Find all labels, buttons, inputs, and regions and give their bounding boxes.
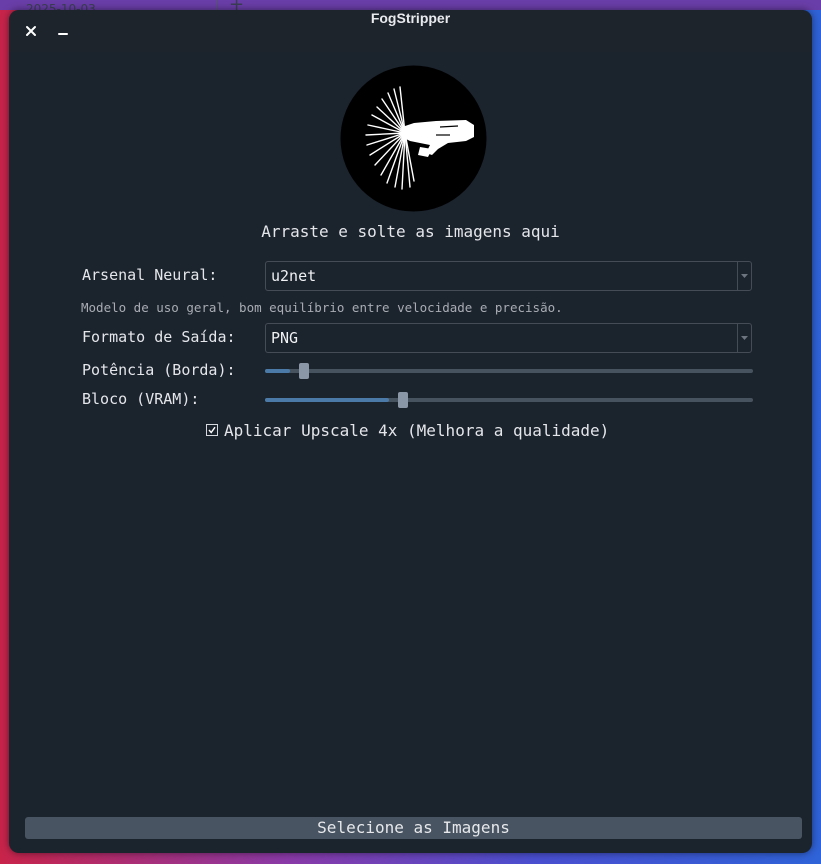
format-select-value: PNG bbox=[271, 329, 299, 347]
model-select[interactable]: u2net bbox=[265, 261, 752, 291]
upscale-checkbox-label: Aplicar Upscale 4x (Melhora a qualidade) bbox=[224, 421, 610, 440]
close-button[interactable] bbox=[20, 20, 42, 42]
window-title: FogStripper bbox=[370, 10, 451, 26]
model-select-value: u2net bbox=[271, 267, 317, 285]
minimize-icon bbox=[58, 33, 68, 35]
close-icon bbox=[26, 26, 36, 36]
desktop-background-strip bbox=[0, 0, 821, 10]
format-select-dropdown-button[interactable] bbox=[737, 324, 751, 352]
chevron-down-icon bbox=[741, 336, 748, 340]
chevron-down-icon bbox=[741, 274, 748, 278]
vram-block-slider-fill bbox=[265, 398, 389, 402]
edge-power-label: Potência (Borda): bbox=[82, 361, 236, 379]
upscale-checkbox[interactable] bbox=[206, 424, 218, 436]
vram-block-slider-handle[interactable] bbox=[398, 392, 408, 408]
edge-power-slider-handle[interactable] bbox=[299, 363, 309, 379]
minimize-button[interactable] bbox=[52, 20, 74, 42]
fog-spray-hand-logo bbox=[340, 65, 487, 212]
checkmark-icon bbox=[208, 426, 216, 434]
app-window: FogStripper Arraste e solte as imagens a… bbox=[9, 10, 812, 853]
vram-block-slider[interactable] bbox=[265, 392, 753, 408]
title-bar: FogStripper bbox=[9, 10, 812, 52]
edge-power-slider[interactable] bbox=[265, 363, 753, 379]
vram-block-label: Bloco (VRAM): bbox=[82, 390, 200, 408]
model-label: Arsenal Neural: bbox=[82, 266, 218, 284]
edge-power-slider-track bbox=[265, 369, 753, 373]
drop-zone-text: Arraste e solte as imagens aqui bbox=[261, 222, 560, 241]
model-description: Modelo de uso geral, bom equilíbrio entr… bbox=[81, 300, 563, 315]
format-select[interactable]: PNG bbox=[265, 323, 752, 353]
edge-power-slider-fill bbox=[265, 369, 290, 373]
model-select-dropdown-button[interactable] bbox=[737, 262, 751, 290]
select-images-button[interactable]: Selecione as Imagens bbox=[25, 817, 802, 839]
format-label: Formato de Saída: bbox=[82, 328, 236, 346]
